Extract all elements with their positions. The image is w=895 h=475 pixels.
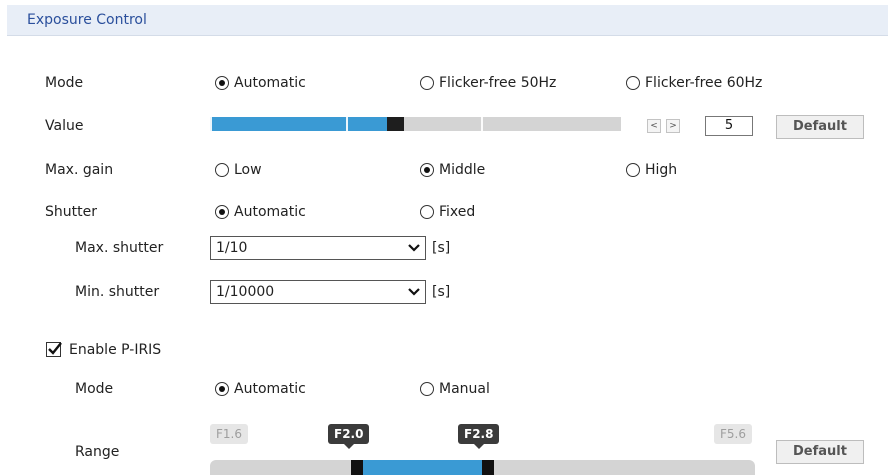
max-shutter-value: 1/10: [216, 240, 248, 256]
gain-high-radio[interactable]: High: [626, 162, 677, 178]
shutter-automatic-radio[interactable]: Automatic: [215, 204, 306, 220]
mode-flicker60-radio[interactable]: Flicker-free 60Hz: [626, 75, 762, 91]
max-shutter-select[interactable]: 1/10: [210, 236, 426, 260]
range-label: Range: [75, 444, 120, 460]
mode-automatic-label: Automatic: [234, 75, 306, 91]
value-decrease-button[interactable]: <: [647, 119, 661, 133]
gain-middle-label: Middle: [439, 162, 486, 178]
shutter-automatic-label: Automatic: [234, 204, 306, 220]
max-shutter-unit: [s]: [432, 240, 451, 256]
gain-high-label: High: [645, 162, 678, 178]
min-shutter-unit: [s]: [432, 284, 451, 300]
radio-button[interactable]: [420, 382, 434, 396]
value-slider-fill: [210, 117, 388, 131]
piris-mode-automatic-radio[interactable]: Automatic: [215, 381, 306, 397]
shutter-fixed-label: Fixed: [439, 204, 476, 220]
chevron-down-icon: [408, 244, 420, 252]
piris-mode-manual-label: Manual: [439, 381, 490, 397]
gain-low-label: Low: [234, 162, 262, 178]
range-high-value-tooltip: F2.8: [458, 424, 500, 449]
iris-range-slider[interactable]: [210, 460, 755, 475]
value-input[interactable]: 5: [705, 116, 753, 136]
iris-range-high-handle[interactable]: [482, 460, 494, 475]
max-gain-label: Max. gain: [45, 162, 114, 178]
slider-tick: [210, 117, 212, 131]
mode-automatic-radio[interactable]: Automatic: [215, 75, 306, 91]
value-default-button[interactable]: Default: [776, 115, 864, 139]
radio-button[interactable]: [626, 163, 640, 177]
value-slider[interactable]: [210, 117, 621, 131]
gain-low-radio[interactable]: Low: [215, 162, 262, 178]
radio-button[interactable]: [420, 163, 434, 177]
slider-tick: [481, 117, 483, 131]
radio-button[interactable]: [420, 76, 434, 90]
range-low-value-tooltip: F2.0: [328, 424, 370, 449]
value-label: Value: [45, 118, 84, 134]
mode-flicker60-label: Flicker-free 60Hz: [645, 75, 763, 91]
radio-button[interactable]: [215, 163, 229, 177]
piris-mode-label: Mode: [75, 381, 114, 397]
enable-piris-checkbox[interactable]: [46, 342, 62, 357]
range-default-button[interactable]: Default: [776, 440, 864, 464]
piris-mode-automatic-label: Automatic: [234, 381, 306, 397]
radio-button[interactable]: [215, 76, 229, 90]
min-shutter-label: Min. shutter: [75, 284, 160, 300]
section-header: Exposure Control: [7, 5, 888, 36]
shutter-fixed-radio[interactable]: Fixed: [420, 204, 475, 220]
max-shutter-label: Max. shutter: [75, 240, 164, 256]
radio-button[interactable]: [420, 205, 434, 219]
range-min-label: F1.6: [210, 424, 248, 444]
chevron-down-icon: [408, 288, 420, 296]
shutter-label: Shutter: [45, 204, 97, 220]
value-increase-button[interactable]: >: [666, 119, 680, 133]
range-max-label: F5.6: [714, 424, 752, 444]
checkmark-icon: [48, 342, 62, 355]
min-shutter-select[interactable]: 1/10000: [210, 280, 426, 304]
section-title: Exposure Control: [27, 12, 147, 28]
min-shutter-value: 1/10000: [216, 284, 275, 300]
value-slider-handle[interactable]: [387, 117, 404, 131]
radio-button[interactable]: [626, 76, 640, 90]
mode-flicker50-radio[interactable]: Flicker-free 50Hz: [420, 75, 556, 91]
mode-label: Mode: [45, 75, 84, 91]
radio-button[interactable]: [215, 382, 229, 396]
piris-mode-manual-radio[interactable]: Manual: [420, 381, 490, 397]
iris-range-fill: [357, 460, 488, 475]
mode-flicker50-label: Flicker-free 50Hz: [439, 75, 557, 91]
slider-tick: [346, 117, 348, 131]
enable-piris-label: Enable P-IRIS: [69, 342, 162, 358]
iris-range-low-handle[interactable]: [351, 460, 363, 475]
gain-middle-radio[interactable]: Middle: [420, 162, 485, 178]
radio-button[interactable]: [215, 205, 229, 219]
